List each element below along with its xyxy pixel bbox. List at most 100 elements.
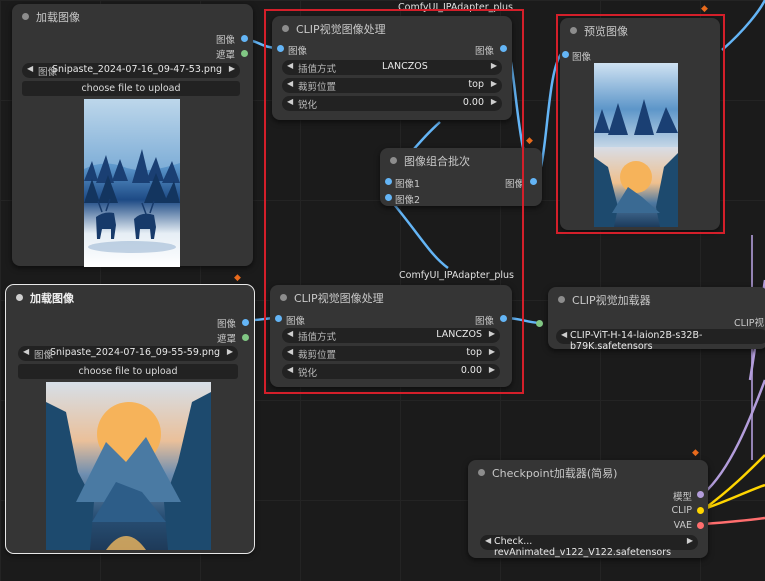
upload-button[interactable]: choose file to upload (22, 81, 240, 96)
output-mask-label: 遮罩 (216, 334, 236, 345)
node-header[interactable]: 加载图像 (12, 4, 253, 28)
input-image-label: 图像 (288, 46, 308, 57)
clip-vision-loader-node[interactable]: CLIP视觉加载器 CLIP视 ◀ CLIP-ViT-H-14-laion2B-… (536, 287, 765, 352)
arrow-left-icon[interactable]: ◀ (287, 365, 293, 374)
output-vae-label: VAE (673, 520, 692, 531)
preview-image-deer (84, 99, 180, 267)
crop-position-combo[interactable]: ◀ 裁剪位置 top ▶ (282, 346, 500, 361)
preview-image-node[interactable]: ◆ 预览图像 图像 (560, 4, 720, 230)
collapse-dot-icon[interactable] (16, 294, 23, 301)
output-mask-port[interactable] (241, 50, 248, 57)
checkpoint-combo[interactable]: ◀ Check... revAnimated_v122_V122.safeten… (480, 535, 698, 558)
sharpening-number[interactable]: ◀ 锐化 0.00 ▶ (282, 96, 502, 111)
node-header[interactable]: CLIP视觉加载器 (548, 287, 765, 311)
sharpening-number[interactable]: ◀ 锐化 0.00 ▶ (282, 364, 500, 379)
output-image-port[interactable] (242, 319, 249, 326)
node-header[interactable]: 加载图像 (6, 285, 254, 309)
preview-thumb-deer (594, 63, 678, 147)
number-label: 锐化 (298, 100, 318, 111)
arrow-left-icon[interactable]: ◀ (561, 330, 567, 339)
arrow-right-icon[interactable]: ▶ (489, 347, 495, 356)
combo-label: 裁剪位置 (298, 350, 337, 361)
arrow-right-icon[interactable]: ▶ (491, 79, 497, 88)
combo-value: top (468, 79, 484, 90)
collapse-dot-icon[interactable] (280, 294, 287, 301)
output-image-port[interactable] (500, 315, 507, 322)
collapse-dot-icon[interactable] (570, 27, 577, 34)
arrow-left-icon[interactable]: ◀ (23, 347, 29, 356)
output-clip-port[interactable] (697, 507, 704, 514)
deer-forest-art (84, 99, 180, 253)
collapse-dot-icon[interactable] (282, 25, 289, 32)
node-header[interactable]: CLIP视觉图像处理 (270, 285, 512, 309)
arrow-left-icon[interactable]: ◀ (287, 79, 293, 88)
input-image1-port[interactable] (385, 178, 392, 185)
arrow-left-icon[interactable]: ◀ (485, 536, 491, 545)
combo-value: CLIP-ViT-H-14-laion2B-s32B-b79K.safetens… (570, 330, 703, 352)
input-image-port[interactable] (277, 45, 284, 52)
output-mask-port[interactable] (242, 334, 249, 341)
arrow-right-icon[interactable]: ▶ (491, 97, 497, 106)
node-header[interactable]: 预览图像 (560, 18, 720, 42)
node-badge-icon: ◆ (692, 448, 699, 458)
arrow-right-icon[interactable]: ▶ (227, 347, 233, 356)
image-select-combo[interactable]: ◀ 图像 Snipaste_2024-07-16_09-55-59.png ▶ (18, 346, 238, 361)
node-title: CLIP视觉图像处理 (296, 23, 386, 36)
arrow-right-icon[interactable]: ▶ (489, 329, 495, 338)
input-image-port[interactable] (562, 51, 569, 58)
arrow-right-icon[interactable]: ▶ (489, 365, 495, 374)
upload-button[interactable]: choose file to upload (18, 364, 238, 379)
output-image-port[interactable] (530, 178, 537, 185)
arrow-left-icon[interactable]: ◀ (287, 97, 293, 106)
node-badge-icon: ◆ (234, 273, 241, 283)
collapse-dot-icon[interactable] (390, 157, 397, 164)
node-title: 加载图像 (30, 292, 74, 305)
node-header[interactable]: 图像组合批次 (380, 148, 542, 172)
collapse-dot-icon[interactable] (558, 296, 565, 303)
collapse-dot-icon[interactable] (478, 469, 485, 476)
clip-model-combo[interactable]: ◀ CLIP-ViT-H-14-laion2B-s32B-b79K.safete… (556, 329, 765, 352)
load-image-node-1[interactable]: 加载图像 图像 遮罩 ◀ 图像 Snipaste_2024-07-16_09-4… (12, 4, 253, 267)
load-image-node-2[interactable]: 加载图像 ◆ 图像 遮罩 ◀ 图像 Snipaste_2024-07-16_09… (5, 273, 255, 554)
preview-image-sunset (46, 382, 211, 550)
output-image-port[interactable] (241, 35, 248, 42)
input-image1-label: 图像1 (395, 179, 421, 190)
node-pack-label: ComfyUI_IPAdapter_plus (398, 2, 514, 13)
arrow-left-icon[interactable]: ◀ (287, 347, 293, 356)
input-port[interactable] (536, 320, 543, 327)
node-title: 图像组合批次 (404, 155, 470, 168)
output-model-port[interactable] (697, 491, 704, 498)
arrow-right-icon[interactable]: ▶ (687, 536, 693, 545)
preview-thumb-sunset (594, 147, 678, 227)
checkpoint-loader-node[interactable]: ◆ Checkpoint加载器(简易) 模型 CLIP VAE ◀ Check.… (468, 448, 708, 558)
combo-value: Snipaste_2024-07-16_09-55-59.png (50, 347, 220, 358)
collapse-dot-icon[interactable] (22, 13, 29, 20)
sunset-mountains-art (594, 153, 678, 227)
combo-value: LANCZOS (382, 61, 428, 72)
input-image-port[interactable] (275, 315, 282, 322)
arrow-right-icon[interactable]: ▶ (491, 61, 497, 70)
node-header[interactable]: Checkpoint加载器(简易) (468, 460, 708, 484)
clip-vision-prep-node-2[interactable]: CLIP视觉图像处理 图像 图像 ◀ 插值方式 LANCZOS ▶ ◀ 裁剪位置… (270, 285, 512, 387)
output-vae-port[interactable] (697, 522, 704, 529)
node-header[interactable]: CLIP视觉图像处理 (272, 16, 512, 40)
number-label: 锐化 (298, 368, 318, 379)
combo-label: 插值方式 (298, 64, 337, 75)
output-mask-label: 遮罩 (215, 50, 235, 61)
interpolation-combo[interactable]: ◀ 插值方式 LANCZOS ▶ (282, 60, 502, 75)
interpolation-combo[interactable]: ◀ 插值方式 LANCZOS ▶ (282, 328, 500, 343)
node-badge-icon: ◆ (526, 136, 533, 146)
clip-vision-prep-node-1[interactable]: CLIP视觉图像处理 图像 图像 ◀ 插值方式 LANCZOS ▶ ◀ 裁剪位置… (272, 16, 512, 120)
arrow-right-icon[interactable]: ▶ (229, 64, 235, 73)
output-image-port[interactable] (500, 45, 507, 52)
arrow-left-icon[interactable]: ◀ (287, 61, 293, 70)
number-value: 0.00 (462, 97, 484, 108)
arrow-left-icon[interactable]: ◀ (287, 329, 293, 338)
arrow-left-icon[interactable]: ◀ (27, 64, 33, 73)
image-batch-node[interactable]: ◆ 图像组合批次 图像1 图像2 图像 (380, 136, 542, 206)
image-select-combo[interactable]: ◀ 图像 Snipaste_2024-07-16_09-47-53.png ▶ (22, 63, 240, 78)
crop-position-combo[interactable]: ◀ 裁剪位置 top ▶ (282, 78, 502, 93)
input-image2-port[interactable] (385, 194, 392, 201)
node-title: 加载图像 (36, 11, 80, 24)
combo-value: Check... revAnimated_v122_V122.safetenso… (494, 536, 672, 558)
